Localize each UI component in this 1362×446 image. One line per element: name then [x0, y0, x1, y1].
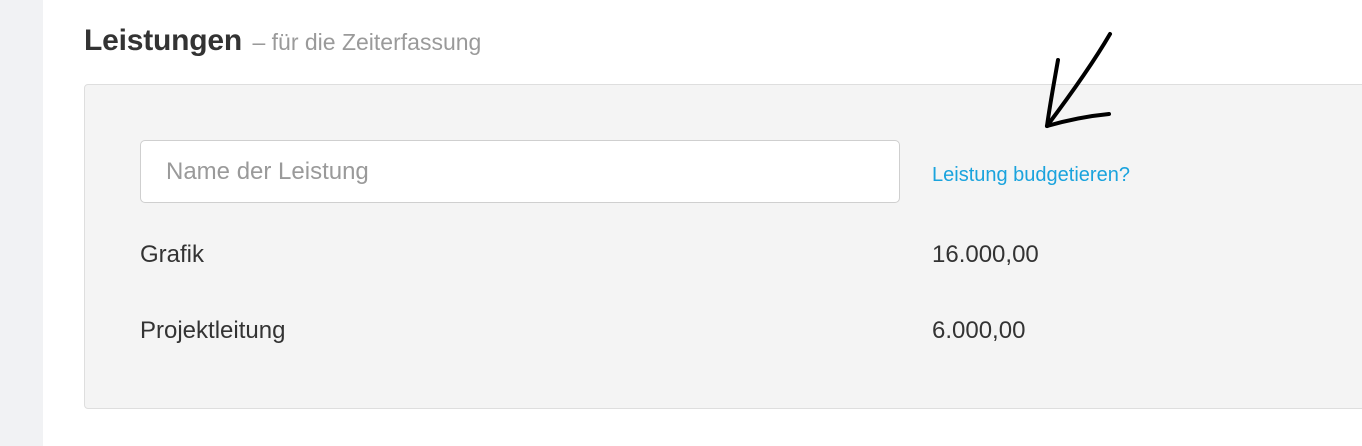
budget-service-link[interactable]: Leistung budgetieren? [932, 164, 1130, 187]
service-row-name: Grafik [140, 241, 205, 268]
service-name-input[interactable] [140, 140, 900, 203]
section-subtitle: – für die Zeiterfassung [252, 29, 482, 55]
hand-drawn-arrow-icon [1045, 32, 1112, 128]
services-panel: Leistung budgetieren? Grafik 16.000,00 P… [84, 84, 1362, 409]
left-sidebar-strip [0, 0, 43, 446]
section-title: Leistungen [84, 24, 243, 57]
section-heading: Leistungen – für die Zeiterfassung [84, 24, 481, 58]
service-row-name: Projektleitung [140, 317, 286, 344]
service-row-budget: 16.000,00 [932, 241, 1039, 268]
service-row-budget: 6.000,00 [932, 317, 1026, 344]
